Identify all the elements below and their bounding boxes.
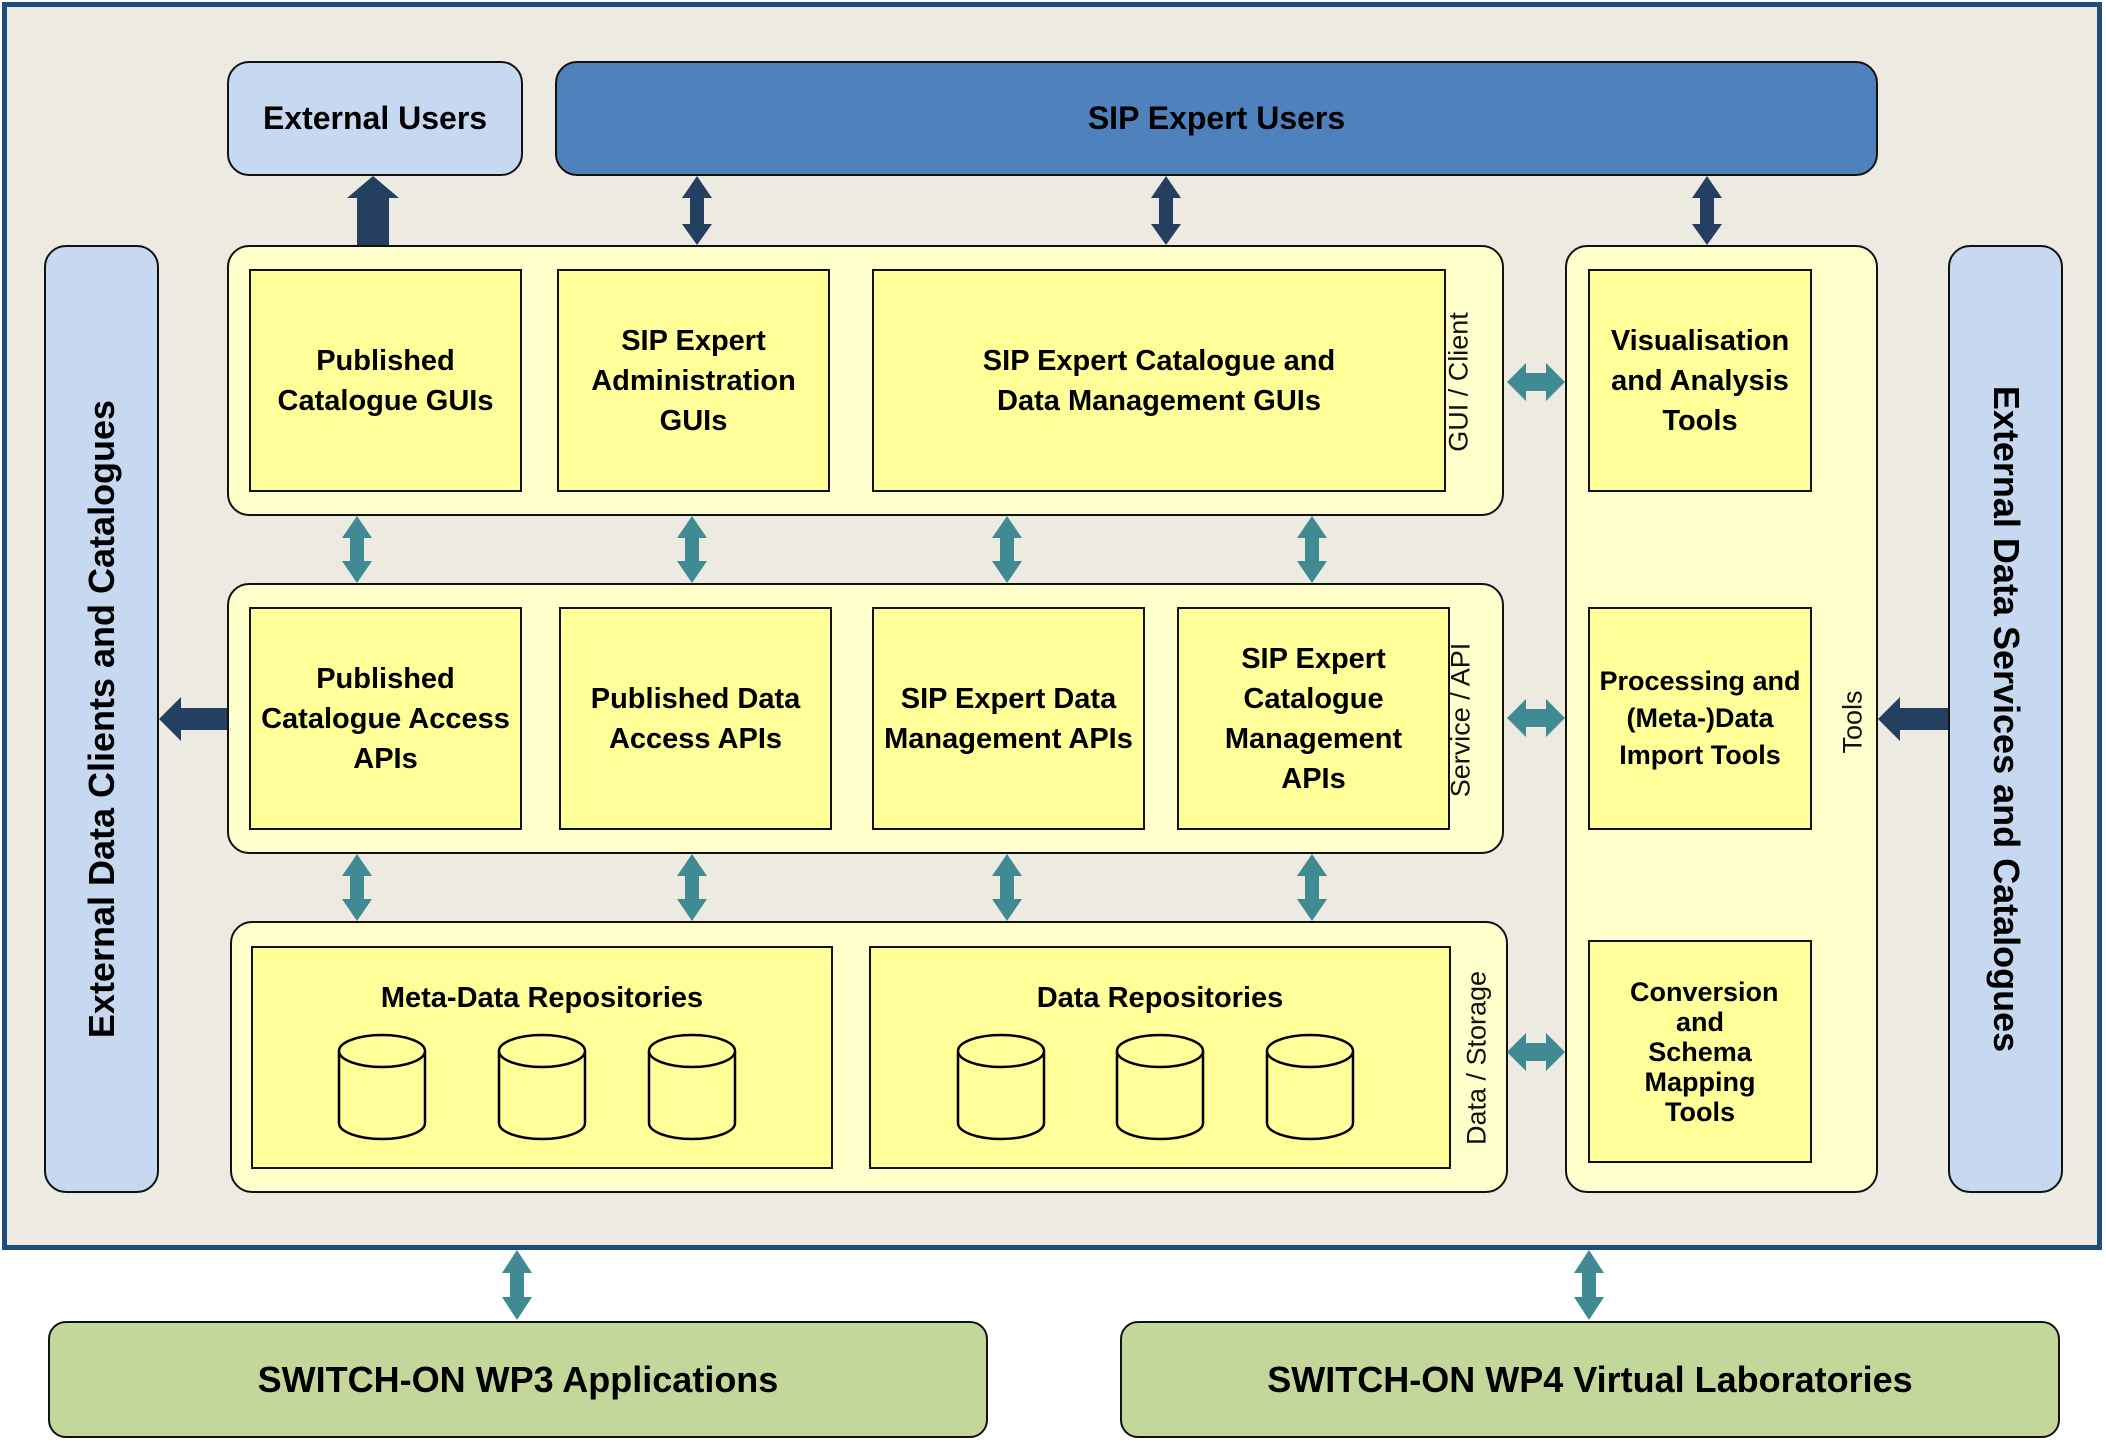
component-label: SIP Expert Catalogue Management APIs — [1224, 642, 1403, 795]
component-label: Published Data Access APIs — [590, 682, 801, 755]
meta-data-repositories: Meta-Data Repositories — [251, 946, 833, 1169]
double-arrow-vertical-icon — [502, 1250, 532, 1320]
published-data-access-apis: Published Data Access APIs — [559, 607, 832, 830]
meta-data-repositories-title: Meta-Data Repositories — [380, 982, 704, 1014]
component-label: Published Catalogue Access APIs — [261, 662, 510, 775]
wp4-virtual-labs-box: SWITCH-ON WP4 Virtual Laboratories — [1120, 1321, 2060, 1438]
component-label: Conversion and Schema Mapping Tools — [1630, 976, 1779, 1127]
sip-expert-users-box: SIP Expert Users — [555, 61, 1878, 176]
component-label: SIP Expert Administration GUIs — [591, 324, 796, 437]
component-label: Published Catalogue GUIs — [277, 344, 494, 417]
wp4-virtual-labs-label: SWITCH-ON WP4 Virtual Laboratories — [1267, 1358, 1913, 1400]
wp3-applications-label: SWITCH-ON WP3 Applications — [257, 1358, 779, 1400]
component-label: SIP Expert Catalogue and Data Management… — [982, 344, 1336, 417]
database-icon — [956, 1033, 1046, 1141]
data-storage-layer-label: Data / Storage — [1461, 970, 1492, 1146]
sip-expert-catalogue-data-management-guis: SIP Expert Catalogue and Data Management… — [872, 269, 1446, 492]
data-repositories: Data Repositories — [869, 946, 1451, 1169]
service-api-layer-label: Service / API — [1445, 642, 1476, 798]
database-icon — [1265, 1033, 1355, 1141]
double-arrow-vertical-icon — [1574, 1250, 1604, 1320]
database-icon — [497, 1033, 587, 1141]
component-label: SIP Expert Data Management APIs — [884, 682, 1133, 755]
database-icon — [1115, 1033, 1205, 1141]
published-catalogue-access-apis: Published Catalogue Access APIs — [249, 607, 522, 830]
external-data-services-label: External Data Services and Catalogues — [1985, 385, 2027, 1053]
external-users-label: External Users — [262, 100, 488, 136]
external-data-services-panel: External Data Services and Catalogues — [1948, 245, 2063, 1193]
processing-import-tools: Processing and (Meta-)Data Import Tools — [1588, 607, 1812, 830]
external-data-clients-label: External Data Clients and Catalogues — [80, 399, 122, 1039]
sip-expert-catalogue-management-apis: SIP Expert Catalogue Management APIs — [1177, 607, 1450, 830]
data-repositories-title: Data Repositories — [1036, 982, 1284, 1014]
component-label: Visualisation and Analysis Tools — [1610, 324, 1790, 437]
database-icon — [337, 1033, 427, 1141]
sip-expert-data-management-apis: SIP Expert Data Management APIs — [872, 607, 1145, 830]
external-users-box: External Users — [227, 61, 523, 176]
conversion-schema-mapping-tools: Conversion and Schema Mapping Tools — [1588, 940, 1812, 1163]
sip-expert-users-label: SIP Expert Users — [1087, 100, 1346, 136]
published-catalogue-guis: Published Catalogue GUIs — [249, 269, 522, 492]
tools-layer-label: Tools — [1837, 690, 1868, 754]
sip-expert-administration-guis: SIP Expert Administration GUIs — [557, 269, 830, 492]
external-data-clients-panel: External Data Clients and Catalogues — [44, 245, 159, 1193]
database-icon — [647, 1033, 737, 1141]
component-label: Processing and (Meta-)Data Import Tools — [1599, 666, 1801, 770]
wp3-applications-box: SWITCH-ON WP3 Applications — [48, 1321, 988, 1438]
gui-client-layer-label: GUI / Client — [1443, 312, 1474, 452]
visualisation-analysis-tools: Visualisation and Analysis Tools — [1588, 269, 1812, 492]
